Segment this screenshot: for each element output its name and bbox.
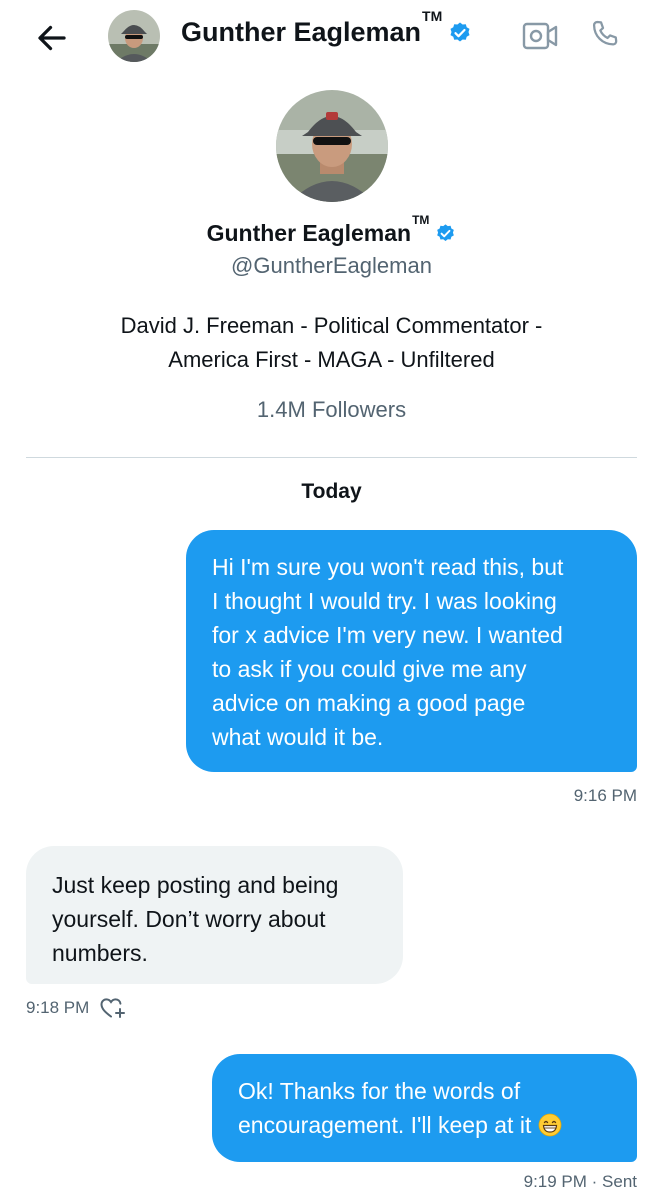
verified-badge-icon	[437, 224, 455, 241]
header-name-text: Gunther Eagleman	[181, 17, 422, 47]
add-reaction-heart-icon[interactable]	[99, 996, 127, 1020]
date-separator: Today	[301, 480, 362, 503]
message-line: Just keep posting and being	[52, 872, 339, 898]
message-line: I thought I would try. I was looking	[212, 588, 557, 614]
profile-bio: David J. Freeman - Political Commentator…	[82, 309, 582, 377]
header-contact-name[interactable]: Gunther EaglemanTM	[181, 8, 472, 48]
top-bar: Gunther EaglemanTM	[0, 0, 663, 72]
message-line: what would it be.	[212, 724, 384, 750]
video-call-icon[interactable]	[522, 20, 558, 52]
message-line-with-emoji: encouragement. I'll keep at it	[238, 1108, 611, 1142]
message-timestamp-sent-status: 9:19 PM · Sent	[523, 1172, 637, 1191]
phone-call-icon[interactable]	[588, 18, 622, 52]
outgoing-message-bubble[interactable]: Ok! Thanks for the words of encouragemen…	[212, 1054, 637, 1162]
profile-trademark-mark: TM	[412, 213, 430, 228]
message-line: numbers.	[52, 940, 148, 966]
followers-count[interactable]: 1.4M Followers	[0, 397, 663, 423]
message-timestamp: 9:16 PM	[573, 786, 637, 805]
message-meta: 9:18 PM	[26, 996, 127, 1020]
message-line: to ask if you could give me any	[212, 656, 527, 682]
header-avatar[interactable]	[108, 10, 160, 62]
bio-line: America First - MAGA - Unfiltered	[168, 347, 495, 372]
incoming-message-bubble[interactable]: Just keep posting and being yourself. Do…	[26, 846, 403, 984]
profile-handle[interactable]: @GuntherEagleman	[0, 253, 663, 279]
message-line: encouragement. I'll keep at it	[238, 1112, 532, 1138]
profile-name-text: Gunther Eagleman	[206, 220, 412, 246]
divider	[26, 457, 637, 458]
message-line: yourself. Don’t worry about	[52, 906, 326, 932]
profile-summary: Gunther EaglemanTM @GuntherEagleman Davi…	[0, 90, 663, 423]
message-line: Hi I'm sure you won't read this, but	[212, 554, 564, 580]
back-arrow-icon[interactable]	[34, 20, 70, 56]
outgoing-message-bubble[interactable]: Hi I'm sure you won't read this, but I t…	[186, 530, 637, 772]
grinning-face-emoji-icon	[538, 1113, 562, 1137]
profile-name[interactable]: Gunther EaglemanTM	[0, 213, 663, 247]
message-timestamp: 9:18 PM	[26, 998, 90, 1017]
trademark-mark: TM	[422, 8, 443, 24]
profile-avatar[interactable]	[275, 90, 388, 202]
message-line: for x advice I'm very new. I wanted	[212, 622, 563, 648]
bio-line: David J. Freeman - Political Commentator…	[120, 313, 543, 338]
message-line: advice on making a good page	[212, 690, 526, 716]
message-line: Ok! Thanks for the words of	[238, 1078, 521, 1104]
verified-badge-icon	[450, 22, 470, 41]
